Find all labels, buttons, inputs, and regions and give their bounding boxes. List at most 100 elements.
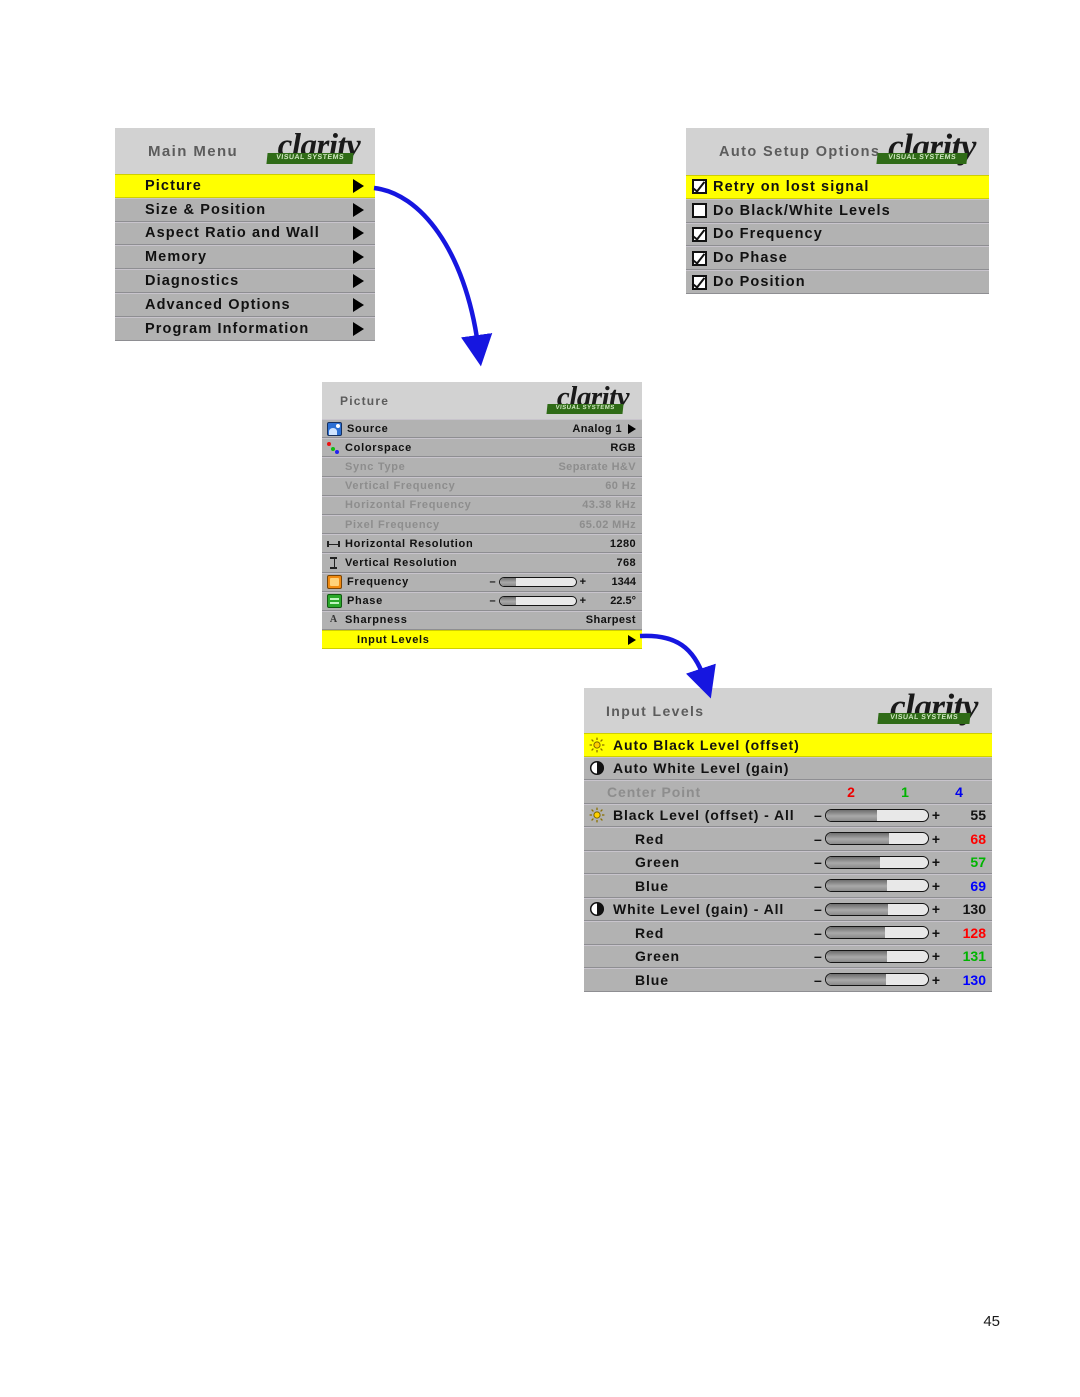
slider-track[interactable] xyxy=(824,879,929,893)
slider-track[interactable] xyxy=(824,855,929,869)
main-menu-item-diagnostics[interactable]: Diagnostics xyxy=(115,269,375,293)
auto-setup-options-panel: Auto Setup Options clarity VISUAL SYSTEM… xyxy=(686,128,989,294)
input-levels-row-value: 128 xyxy=(962,924,986,941)
spacer-icon xyxy=(589,878,605,893)
slider[interactable]: – + xyxy=(814,832,940,846)
input-levels-row-red-4[interactable]: Red – +68 xyxy=(584,827,992,851)
slider-track[interactable] xyxy=(824,926,929,940)
slider-track[interactable] xyxy=(824,973,929,987)
slider-increment[interactable]: + xyxy=(932,855,940,869)
slider[interactable]: – + xyxy=(814,926,940,940)
slider-decrement[interactable]: – xyxy=(814,808,822,822)
slider[interactable]: – + xyxy=(814,973,940,987)
picture-row-input-levels[interactable]: Input Levels xyxy=(322,630,642,650)
main-menu-item-aspect-ratio-and-wall[interactable]: Aspect Ratio and Wall xyxy=(115,221,375,246)
auto-setup-list: Retry on lost signal Do Black/White Level… xyxy=(686,175,989,294)
sharpness-icon: A xyxy=(329,614,338,626)
slider-track[interactable] xyxy=(824,808,929,822)
slider-track[interactable] xyxy=(498,596,577,607)
chevron-right-icon xyxy=(353,297,364,312)
checkbox-checked-icon[interactable] xyxy=(692,226,707,242)
picture-row-frequency[interactable]: Frequency – +1344 xyxy=(322,572,642,592)
auto-setup-item-do-black-white-levels[interactable]: Do Black/White Levels xyxy=(686,198,989,223)
slider[interactable]: – + xyxy=(814,902,940,916)
slider-decrement[interactable]: – xyxy=(814,973,822,987)
slider-decrement[interactable]: – xyxy=(814,855,822,869)
spacer-icon xyxy=(589,831,605,846)
input-levels-row-green-9[interactable]: Green – +131 xyxy=(584,944,992,968)
vertical-resolution-icon xyxy=(327,556,340,569)
input-levels-row-white-level-gain-all-7[interactable]: White Level (gain) - All – +130 xyxy=(584,897,992,921)
slider[interactable]: – + xyxy=(814,949,940,963)
chevron-right-icon xyxy=(353,226,364,241)
auto-setup-item-label: Do Phase xyxy=(713,250,788,267)
picture-row-pixel-frequency: Pixel Frequency 65.02 MHz xyxy=(322,514,642,535)
slider-track[interactable] xyxy=(824,902,929,916)
auto-setup-item-do-position[interactable]: Do Position xyxy=(686,270,989,294)
checkbox-checked-icon[interactable] xyxy=(692,274,707,290)
slider[interactable]: – + xyxy=(814,879,940,893)
slider-decrement[interactable]: – xyxy=(814,879,822,893)
picture-row-horizontal-resolution[interactable]: Horizontal Resolution 1280 xyxy=(322,534,642,554)
main-menu-item-label: Size & Position xyxy=(145,201,267,218)
slider[interactable]: – + xyxy=(814,855,940,869)
slider-increment[interactable]: + xyxy=(580,576,586,588)
slider-increment[interactable]: + xyxy=(932,879,940,893)
main-menu-item-memory[interactable]: Memory xyxy=(115,245,375,270)
auto-setup-item-retry-on-lost-signal[interactable]: Retry on lost signal xyxy=(686,175,989,199)
input-levels-row-auto-black-level-offset-0[interactable]: Auto Black Level (offset) xyxy=(584,733,992,757)
picture-row-vertical-resolution[interactable]: Vertical Resolution 768 xyxy=(322,553,642,573)
slider-increment[interactable]: + xyxy=(932,949,940,963)
main-menu-item-label: Aspect Ratio and Wall xyxy=(145,225,320,242)
auto-setup-item-do-phase[interactable]: Do Phase xyxy=(686,246,989,271)
picture-row-label: Phase xyxy=(347,595,383,608)
picture-row-source[interactable]: Source Analog 1 xyxy=(322,419,642,439)
picture-row-sharpness[interactable]: A Sharpness Sharpest xyxy=(322,610,642,631)
input-levels-row-auto-white-level-gain-1[interactable]: Auto White Level (gain) xyxy=(584,756,992,780)
input-levels-row-blue-10[interactable]: Blue – +130 xyxy=(584,968,992,992)
main-menu-item-program-information[interactable]: Program Information xyxy=(115,316,375,341)
main-menu-item-advanced-options[interactable]: Advanced Options xyxy=(115,292,375,317)
slider[interactable]: – + xyxy=(489,595,586,607)
slider-decrement[interactable]: – xyxy=(814,926,822,940)
slider-increment[interactable]: + xyxy=(932,808,940,822)
center-point-blue: 4 xyxy=(955,783,963,800)
input-levels-row-value: 130 xyxy=(962,971,986,988)
input-levels-row-red-8[interactable]: Red – +128 xyxy=(584,921,992,945)
input-levels-row-blue-6[interactable]: Blue – +69 xyxy=(584,874,992,898)
picture-row-colorspace[interactable]: Colorspace RGB xyxy=(322,438,642,458)
spacer-icon xyxy=(589,855,605,870)
slider-track[interactable] xyxy=(824,949,929,963)
slider-decrement[interactable]: – xyxy=(489,576,495,588)
checkbox-unchecked-icon[interactable] xyxy=(692,203,707,219)
slider-fill xyxy=(825,903,889,915)
checkbox-checked-icon[interactable] xyxy=(692,250,707,266)
contrast-icon xyxy=(589,901,605,917)
input-levels-row-label: Blue xyxy=(635,877,669,894)
slider-increment[interactable]: + xyxy=(580,595,586,607)
slider-increment[interactable]: + xyxy=(932,902,940,916)
slider-decrement[interactable]: – xyxy=(814,832,822,846)
slider-track[interactable] xyxy=(498,577,577,588)
slider[interactable]: – + xyxy=(489,576,586,588)
slider-increment[interactable]: + xyxy=(932,832,940,846)
spacer-icon xyxy=(327,634,340,646)
picture-row-label: Sync Type xyxy=(345,460,406,473)
auto-setup-item-do-frequency[interactable]: Do Frequency xyxy=(686,222,989,247)
slider[interactable]: – + xyxy=(814,808,940,822)
slider-increment[interactable]: + xyxy=(932,926,940,940)
slider-decrement[interactable]: – xyxy=(814,949,822,963)
input-levels-row-green-5[interactable]: Green – +57 xyxy=(584,850,992,874)
input-levels-row-black-level-offset-all-3[interactable]: Black Level (offset) - All – +55 xyxy=(584,803,992,827)
checkbox-checked-icon[interactable] xyxy=(692,179,707,195)
slider-track[interactable] xyxy=(824,832,929,846)
slider-decrement[interactable]: – xyxy=(814,902,822,916)
slider-increment[interactable]: + xyxy=(932,973,940,987)
input-levels-row-value: 55 xyxy=(970,807,986,824)
slider-fill xyxy=(825,880,887,892)
main-menu-item-picture[interactable]: Picture xyxy=(115,174,375,198)
picture-row-phase[interactable]: Phase – +22.5° xyxy=(322,591,642,611)
main-menu-item-size-position[interactable]: Size & Position xyxy=(115,197,375,222)
picture-row-label: Frequency xyxy=(347,576,409,589)
slider-decrement[interactable]: – xyxy=(489,595,495,607)
